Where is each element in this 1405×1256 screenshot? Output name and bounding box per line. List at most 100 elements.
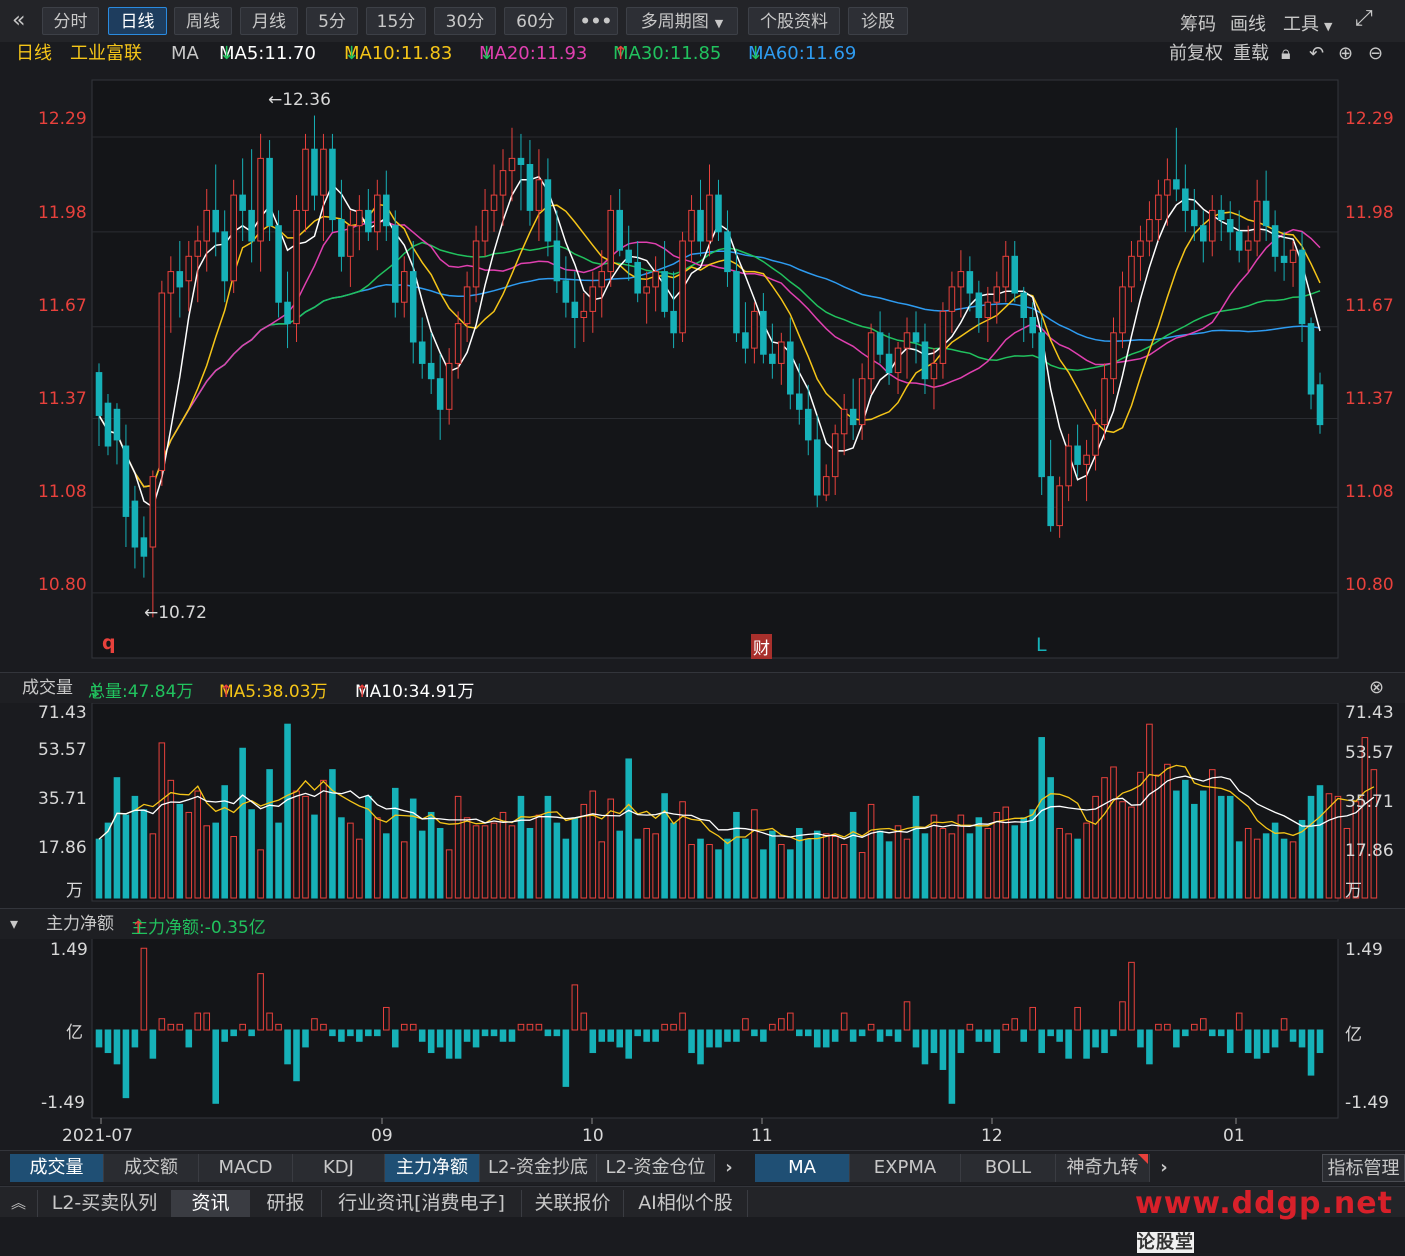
multi-period-dropdown[interactable]: 多周期图 ▼ [626,7,738,35]
tab-l2-position[interactable]: L2-资金仓位 [597,1154,715,1182]
tab-l2-queue[interactable]: L2-买卖队列 [38,1190,172,1217]
tab-expma[interactable]: EXPMA [850,1154,961,1182]
netflow-bar [634,1029,641,1037]
netflow-bar [454,1029,462,1059]
collapse-double-chevron-icon[interactable]: « [12,8,25,33]
candle-body [1271,225,1279,257]
netflow-bar [544,1029,552,1037]
draw-line-button[interactable]: 画线 [1230,10,1266,36]
stock-info-button[interactable]: 个股资料 [748,7,840,35]
tab-rixian[interactable]: 日线 [108,7,167,35]
collapse-panel-icon[interactable]: ▾ [10,913,18,935]
tab-macd[interactable]: MACD [199,1154,293,1182]
indicator-name[interactable]: MA [171,42,199,66]
tab-15min[interactable]: 15分 [366,7,426,35]
marker-l[interactable]: L [1036,634,1047,656]
chevron-right-icon[interactable]: › [1150,1154,1178,1182]
lock-icon[interactable]: 🔒︎ [1281,42,1291,66]
tab-industry-news[interactable]: 行业资讯[消费电子] [322,1190,522,1217]
volume-bar [472,825,480,899]
tab-kdj[interactable]: KDJ [293,1154,385,1182]
volume-bar [1101,777,1108,899]
x-axis-label: 01 [1223,1126,1245,1146]
tab-l2-bottom[interactable]: L2-资金抄底 [480,1154,597,1182]
candle-body [356,209,363,227]
candle-body [1208,209,1216,242]
candle-body [248,209,255,242]
tab-volume[interactable]: 成交量 [10,1154,104,1182]
netflow-bar [652,1029,659,1042]
tab-main-netflow[interactable]: 主力净额 [385,1154,480,1182]
netflow-bar [1056,1029,1063,1042]
volume-bar [167,779,175,899]
index-manage-button[interactable]: 指标管理 [1322,1154,1405,1182]
earnings-marker[interactable]: 财 [751,634,772,659]
marker-q[interactable]: q [102,632,116,654]
candle-body [1038,332,1045,478]
tab-related-quotes[interactable]: 关联报价 [522,1190,624,1217]
netflow-bar [1074,1006,1081,1031]
netflow-title[interactable]: 主力净额 [46,913,114,935]
candle-body [257,157,264,242]
tab-30min[interactable]: 30分 [434,7,496,35]
price-tick-right: 10.80 [1345,575,1394,595]
expand-icon[interactable]: ⤢ [1355,6,1373,31]
candle-body [400,271,408,303]
chevron-right-icon[interactable]: › [715,1154,743,1182]
collapse-up-icon[interactable]: ︽ [0,1190,38,1217]
tab-research[interactable]: 研报 [250,1190,322,1217]
netflow-bar [436,1029,444,1048]
tab-ai-similar[interactable]: AI相似个股 [624,1190,748,1217]
netflow-unit-left: 亿 [66,1023,83,1043]
chip-button[interactable]: 筹码 [1180,10,1216,36]
volume-title[interactable]: 成交量 [22,677,73,699]
netflow-bar [571,984,579,1031]
tab-boll[interactable]: BOLL [961,1154,1056,1182]
undo-icon[interactable]: ↶ [1309,42,1324,66]
tab-fenshi[interactable]: 分时 [42,7,99,35]
tab-news[interactable]: 资讯 [172,1190,250,1217]
candle-body [571,301,579,319]
tab-5min[interactable]: 5分 [306,7,358,35]
volume-bar [347,822,354,899]
candle-body [140,537,148,557]
volume-bar [481,825,489,899]
candle-body [122,445,130,517]
candle-body [733,271,740,334]
tab-ma[interactable]: MA [755,1154,850,1182]
diagnose-button[interactable]: 诊股 [848,7,908,35]
volume-bar [284,723,291,899]
candle-body [275,225,282,303]
ma10-text: MA10:11.83 [344,43,453,64]
reload-button[interactable]: 重载 [1233,42,1269,66]
netflow-bar [1289,1029,1297,1042]
volume-bar [1038,737,1045,899]
volume-bar [1128,806,1135,899]
tab-zhouxian[interactable]: 周线 [174,7,232,35]
tab-60min[interactable]: 60分 [504,7,567,35]
tab-turnover[interactable]: 成交额 [104,1154,199,1182]
netflow-bar [921,1029,929,1065]
candle-body [1074,445,1081,465]
tools-dropdown[interactable]: 工具 ▼ [1283,10,1332,36]
volume-bar [463,817,471,899]
volume-bar [311,814,318,899]
netflow-bar [212,1029,219,1104]
candle-body [1119,286,1126,334]
zoom-in-icon[interactable]: ⊕ [1338,42,1353,66]
kline-chart[interactable] [0,68,1405,1150]
zoom-out-icon[interactable]: ⊖ [1368,42,1383,66]
netflow-bar [778,1018,785,1031]
candle-body [670,310,677,334]
netflow-bar [481,1029,489,1037]
more-periods-button[interactable]: ••• [574,7,618,35]
netflow-bar [122,1029,130,1099]
netflow-bar [724,1029,731,1042]
volume-ma5-text: MA5:38.03万 [219,682,328,702]
close-icon[interactable]: ⊗ [1369,677,1384,699]
adjust-button[interactable]: 前复权 [1169,42,1223,66]
tab-yuexian[interactable]: 月线 [240,7,298,35]
tab-magic-nine[interactable]: 神奇九转 [1056,1154,1150,1182]
price-tick-right: 11.37 [1345,389,1394,409]
watermark-tail: 论股堂 [1137,1232,1194,1253]
